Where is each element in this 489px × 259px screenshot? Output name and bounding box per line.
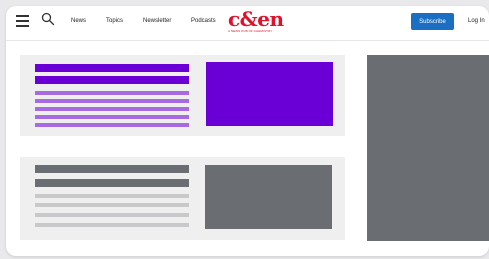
nav-newsletter[interactable]: Newsletter [143, 18, 171, 24]
summary-line [35, 194, 189, 198]
logo-wordmark: c&en [228, 7, 284, 31]
headline-line [35, 179, 189, 187]
summary-line [35, 123, 189, 127]
site-header: News Topics Newsletter Podcasts c&en A N… [6, 6, 489, 41]
sidebar-ad-placeholder [367, 55, 489, 241]
nav-podcasts[interactable]: Podcasts [191, 18, 216, 24]
article-card-featured[interactable] [20, 55, 345, 136]
summary-line [35, 213, 189, 217]
headline-line [35, 165, 189, 173]
summary-line [35, 107, 189, 111]
page-card: News Topics Newsletter Podcasts c&en A N… [6, 6, 489, 256]
hamburger-menu-icon[interactable] [16, 15, 29, 27]
summary-line [35, 203, 189, 207]
article-image-placeholder [205, 165, 332, 229]
article-card[interactable] [20, 157, 345, 240]
summary-line [35, 223, 189, 227]
summary-line [35, 91, 189, 95]
article-image-placeholder [206, 62, 333, 126]
search-icon[interactable] [41, 12, 55, 26]
subscribe-button[interactable]: Subscribe [411, 13, 454, 30]
nav-topics[interactable]: Topics [106, 18, 123, 24]
headline-line [35, 76, 189, 84]
summary-line [35, 99, 189, 103]
headline-line [35, 64, 189, 72]
login-link[interactable]: Log In [468, 18, 485, 24]
summary-line [35, 115, 189, 119]
nav-news[interactable]: News [71, 18, 86, 24]
cen-logo[interactable]: c&en A NEWS PUB OF CHEMISTRY [228, 7, 284, 34]
